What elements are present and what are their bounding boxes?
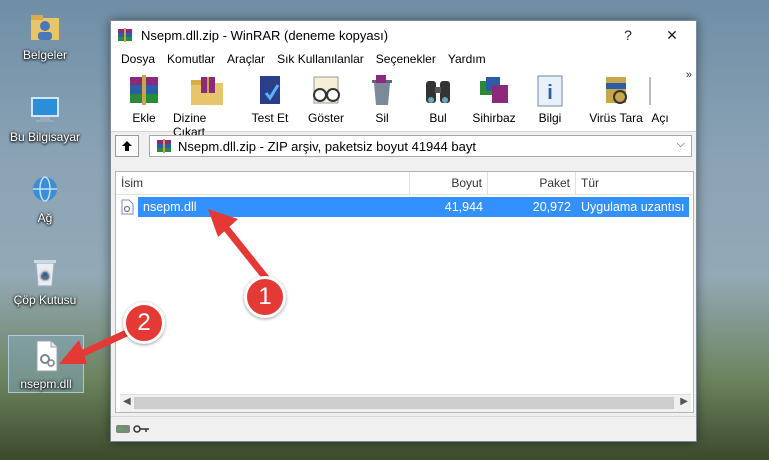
- open-icon: [649, 77, 651, 105]
- winrar-window: Nsepm.dll.zip - WinRAR (deneme kopyası) …: [110, 20, 697, 442]
- desktop-icon-label: Çöp Kutusu: [13, 293, 77, 307]
- info-button[interactable]: i Bilgi: [523, 69, 577, 125]
- status-bar: [111, 416, 696, 441]
- desktop-icon-this-pc[interactable]: Bu Bilgisayar: [3, 92, 87, 144]
- column-type[interactable]: Tür: [576, 172, 691, 194]
- scroll-left-icon[interactable]: ◀: [123, 396, 131, 407]
- test-button[interactable]: Test Et: [243, 69, 297, 125]
- open-button[interactable]: Açı: [649, 69, 671, 125]
- drive-icon: [116, 425, 130, 433]
- horizontal-scrollbar[interactable]: ◀ ▶: [120, 394, 691, 412]
- delete-bin-icon: [372, 75, 392, 105]
- file-packed-size: 20,972: [488, 197, 576, 217]
- desktop-icon-label: nsepm.dll: [20, 377, 72, 391]
- chevron-down-icon[interactable]: ⌵: [677, 138, 685, 151]
- menu-help[interactable]: Yardım: [442, 52, 492, 66]
- wizard-icon: [480, 77, 508, 103]
- column-size[interactable]: Boyut: [410, 172, 488, 194]
- virus-scan-button[interactable]: Virüs Tara: [585, 69, 647, 125]
- add-button[interactable]: Ekle: [117, 69, 171, 125]
- file-type: Uygulama uzantısı: [576, 197, 689, 217]
- view-glasses-icon: [313, 76, 340, 104]
- winrar-app-icon: [118, 28, 132, 42]
- up-folder-button[interactable]: [115, 135, 139, 157]
- zip-archive-icon: [157, 139, 171, 153]
- desktop-icon-documents[interactable]: Belgeler: [3, 10, 87, 62]
- help-button[interactable]: ?: [606, 21, 650, 49]
- svg-text:♻: ♻: [41, 271, 50, 282]
- desktop-icon-network[interactable]: Ağ: [3, 173, 87, 225]
- file-size: 41,944: [410, 197, 488, 217]
- menu-commands[interactable]: Komutlar: [161, 52, 221, 66]
- find-binoculars-icon: [426, 81, 450, 103]
- key-icon: [133, 425, 149, 433]
- address-bar: Nsepm.dll.zip - ZIP arşiv, paketsiz boyu…: [111, 132, 696, 160]
- step-badge-1: 1: [244, 276, 286, 318]
- extract-to-button[interactable]: Dizine Çıkart: [173, 69, 241, 139]
- wizard-button[interactable]: Sihirbaz: [467, 69, 521, 125]
- computer-icon: [28, 92, 62, 126]
- dll-file-icon: [116, 197, 138, 217]
- title-bar[interactable]: Nsepm.dll.zip - WinRAR (deneme kopyası) …: [111, 21, 696, 49]
- desktop-icon-recycle-bin[interactable]: ♻ Çöp Kutusu: [3, 255, 87, 307]
- column-packed[interactable]: Paket: [488, 172, 576, 194]
- network-globe-icon: [28, 173, 62, 207]
- desktop-icon-label: Belgeler: [22, 48, 68, 62]
- menu-tools[interactable]: Araçlar: [221, 52, 271, 66]
- menu-favorites[interactable]: Sık Kullanılanlar: [271, 52, 370, 66]
- desktop-icon-label: Bu Bilgisayar: [9, 130, 81, 144]
- toolbar-overflow-chevron-icon[interactable]: »: [686, 69, 692, 81]
- virus-scan-icon: [606, 77, 627, 104]
- menu-options[interactable]: Seçenekler: [370, 52, 442, 66]
- view-button[interactable]: Göster: [299, 69, 353, 125]
- add-archive-icon: [130, 75, 158, 105]
- extract-folder-icon: [191, 77, 223, 105]
- column-headers: İsim Boyut Paket Tür: [116, 172, 693, 195]
- window-title: Nsepm.dll.zip - WinRAR (deneme kopyası): [141, 27, 389, 43]
- column-name[interactable]: İsim: [116, 172, 410, 194]
- test-book-icon: [260, 76, 280, 104]
- menu-bar: Dosya Komutlar Araçlar Sık Kullanılanlar…: [111, 49, 696, 69]
- svg-text:i: i: [547, 82, 553, 104]
- desktop-icon-label: Ağ: [37, 211, 53, 225]
- delete-button[interactable]: Sil: [355, 69, 409, 125]
- recycle-bin-icon: ♻: [28, 255, 62, 289]
- up-arrow-icon: [122, 141, 132, 151]
- find-button[interactable]: Bul: [411, 69, 465, 125]
- scroll-right-icon[interactable]: ▶: [680, 396, 688, 407]
- close-button[interactable]: ✕: [650, 21, 694, 49]
- scrollbar-thumb[interactable]: [134, 397, 674, 409]
- archive-path-field[interactable]: Nsepm.dll.zip - ZIP arşiv, paketsiz boyu…: [149, 135, 692, 157]
- step-badge-2: 2: [123, 302, 165, 344]
- toolbar: Ekle Dizine Çıkart Test Et Göster Sil Bu…: [111, 69, 696, 139]
- menu-file[interactable]: Dosya: [115, 52, 161, 66]
- folder-user-icon: [28, 10, 62, 44]
- info-icon: i: [537, 75, 563, 107]
- archive-path-text: Nsepm.dll.zip - ZIP arşiv, paketsiz boyu…: [178, 138, 476, 154]
